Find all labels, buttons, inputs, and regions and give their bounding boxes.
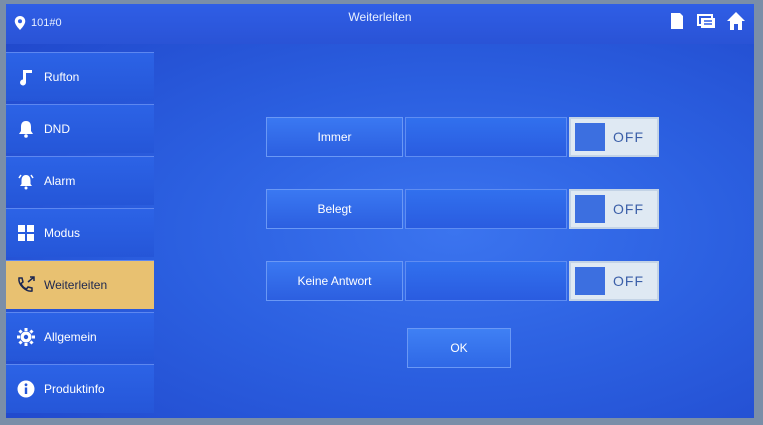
- forward-row-immer: Immer OFF: [266, 117, 659, 157]
- toggle-state: OFF: [613, 273, 644, 289]
- sidebar-item-dnd[interactable]: DND: [6, 104, 154, 153]
- top-bar: 101#0 Weiterleiten: [6, 4, 754, 44]
- sidebar-item-weiterleiten[interactable]: Weiterleiten: [6, 260, 154, 309]
- forward-number-field[interactable]: [405, 261, 567, 301]
- sidebar-item-allgemein[interactable]: Allgemein: [6, 312, 154, 361]
- music-note-icon: [16, 67, 36, 87]
- forward-toggle[interactable]: OFF: [569, 189, 659, 229]
- gear-icon: [16, 327, 36, 347]
- bell-icon: [16, 119, 36, 139]
- forward-number-field[interactable]: [405, 117, 567, 157]
- toggle-knob: [575, 267, 605, 295]
- toggle-knob: [575, 123, 605, 151]
- sd-card-icon: [671, 13, 683, 29]
- info-icon: [16, 379, 36, 399]
- forward-label: Keine Antwort: [266, 261, 403, 301]
- sidebar-item-label: Modus: [44, 226, 81, 240]
- forward-row-keine-antwort: Keine Antwort OFF: [266, 261, 659, 301]
- sidebar-item-label: Allgemein: [44, 330, 97, 344]
- home-icon[interactable]: [726, 11, 746, 31]
- sidebar-item-label: DND: [44, 122, 70, 136]
- toggle-state: OFF: [613, 201, 644, 217]
- sidebar-item-produktinfo[interactable]: Produktinfo: [6, 364, 154, 413]
- forward-toggle[interactable]: OFF: [569, 117, 659, 157]
- toggle-state: OFF: [613, 129, 644, 145]
- sidebar-item-rufton[interactable]: Rufton: [6, 52, 154, 101]
- sidebar-item-label: Produktinfo: [44, 382, 105, 396]
- status-icons: [666, 11, 746, 31]
- grid-icon: [16, 223, 36, 243]
- forward-label: Belegt: [266, 189, 403, 229]
- sidebar-item-modus[interactable]: Modus: [6, 208, 154, 257]
- page-title: Weiterleiten: [348, 10, 412, 24]
- forward-row-belegt: Belegt OFF: [266, 189, 659, 229]
- forward-number-field[interactable]: [405, 189, 567, 229]
- ok-button[interactable]: OK: [407, 328, 511, 368]
- sidebar-item-label: Weiterleiten: [44, 278, 108, 292]
- phone-forward-icon: [16, 275, 36, 295]
- sidebar-item-alarm[interactable]: Alarm: [6, 156, 154, 205]
- screen: 101#0 Weiterleiten Rufton DND Alarm Modu…: [6, 4, 754, 418]
- toggle-knob: [575, 195, 605, 223]
- forward-toggle[interactable]: OFF: [569, 261, 659, 301]
- alarm-icon: [16, 171, 36, 191]
- sidebar-item-label: Alarm: [44, 174, 76, 188]
- forward-label: Immer: [266, 117, 403, 157]
- message-icon: [697, 14, 715, 28]
- sidebar-item-label: Rufton: [44, 70, 80, 84]
